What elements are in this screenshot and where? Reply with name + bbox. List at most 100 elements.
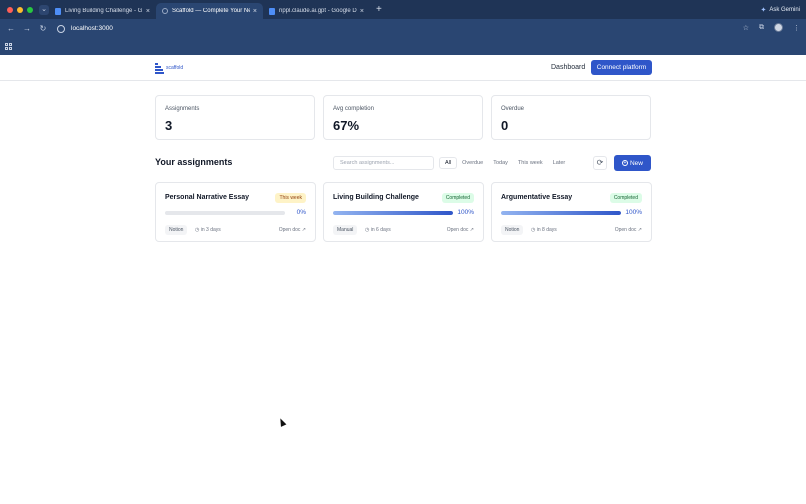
clock-icon: ◷ — [531, 227, 536, 233]
browser-tab-bar: ⌄ Living Building Challenge - G × Scaffo… — [0, 0, 806, 19]
profile-avatar[interactable] — [774, 23, 783, 32]
stat-label: Avg completion — [333, 106, 374, 112]
close-window-button[interactable] — [7, 6, 13, 13]
stat-card-assignments: Assignments 3 — [155, 95, 315, 140]
stat-label: Assignments — [165, 106, 200, 112]
logo-text: scaffold — [166, 65, 184, 71]
browser-tab-rippl[interactable]: rippl.claude.ai.gpt - Google D × — [263, 3, 370, 19]
filter-today[interactable]: Today — [488, 157, 513, 169]
tab-title: Scaffold — Complete Your Ne — [172, 8, 250, 14]
due-text: in 8 days — [536, 227, 557, 233]
tab-title: rippl.claude.ai.gpt - Google D — [279, 8, 357, 14]
assignment-card[interactable]: Living Building Challenge Completed 100%… — [323, 182, 484, 242]
external-link-icon: ↗ — [637, 227, 642, 233]
open-doc-link[interactable]: Open doc ↗ — [279, 227, 306, 233]
open-doc-link[interactable]: Open doc ↗ — [447, 227, 474, 233]
browser-tab-living-building[interactable]: Living Building Challenge - G × — [49, 3, 156, 19]
plus-circle-icon: + — [621, 160, 628, 166]
stat-card-overdue: Overdue 0 — [491, 95, 651, 140]
app-header: scaffold Dashboard Connect platform — [0, 55, 806, 81]
section-title: Your assignments — [155, 157, 233, 167]
assignment-title: Personal Narrative Essay — [165, 194, 250, 201]
progress-bar — [165, 211, 285, 215]
progress-fill — [333, 211, 453, 215]
progress-bar — [333, 211, 453, 215]
progress-percent: 0% — [296, 209, 306, 216]
due-text: in 3 days — [200, 227, 221, 233]
assignment-title: Living Building Challenge — [333, 194, 419, 201]
status-badge: This week — [275, 193, 306, 203]
assignment-title: Argumentative Essay — [501, 194, 573, 201]
close-tab-icon[interactable]: × — [253, 8, 257, 15]
filter-this-week[interactable]: This week — [513, 157, 548, 169]
back-arrow-icon[interactable]: ← — [3, 24, 19, 33]
source-tag: Manual — [333, 225, 358, 235]
progress-bar — [501, 211, 621, 215]
docs-icon — [269, 7, 275, 15]
close-tab-icon[interactable]: × — [146, 8, 150, 15]
nav-dashboard-link[interactable]: Dashboard — [551, 64, 585, 71]
open-doc-label: Open doc — [446, 227, 469, 233]
external-link-icon: ↗ — [301, 227, 306, 233]
progress-fill — [501, 211, 621, 215]
bookmark-star-icon[interactable]: ☆ — [743, 24, 749, 32]
address-bar: ← → ↻ localhost:3000 ☆ ⧉ ⋮ — [0, 19, 806, 38]
new-assignment-button[interactable]: + New — [614, 155, 651, 171]
browser-tab-scaffold[interactable]: Scaffold — Complete Your Ne × — [156, 3, 263, 19]
assignment-card[interactable]: Personal Narrative Essay This week 0% No… — [155, 182, 316, 242]
reload-icon[interactable]: ↻ — [35, 24, 51, 33]
apps-grid-icon[interactable] — [5, 43, 12, 50]
docs-icon — [55, 7, 61, 15]
new-label: New — [629, 159, 643, 167]
progress-percent: 100% — [625, 209, 642, 216]
progress-percent: 100% — [457, 209, 474, 216]
globe-icon — [162, 8, 168, 14]
ask-gemini-button[interactable]: ✦ Ask Gemini — [760, 3, 800, 16]
refresh-icon: ⟳ — [596, 158, 604, 167]
gemini-spark-icon: ✦ — [760, 6, 767, 14]
mouse-cursor — [277, 417, 287, 427]
url-field[interactable]: localhost:3000 — [71, 25, 113, 32]
logo-mark-icon — [155, 62, 164, 74]
due-date: ◷ in 8 days — [531, 227, 557, 233]
extensions-icon[interactable]: ⧉ — [759, 24, 764, 32]
bookmark-bar — [0, 38, 806, 55]
forward-arrow-icon[interactable]: → — [19, 24, 35, 33]
tab-search-icon[interactable]: ⌄ — [39, 4, 49, 15]
connect-platform-button[interactable]: Connect platform — [591, 60, 652, 75]
due-date: ◷ in 6 days — [365, 227, 391, 233]
refresh-button[interactable]: ⟳ — [593, 156, 607, 170]
stat-label: Overdue — [501, 106, 525, 112]
tab-title: Living Building Challenge - G — [65, 8, 143, 14]
maximize-window-button[interactable] — [27, 6, 33, 13]
stat-card-avg-completion: Avg completion 67% — [323, 95, 483, 140]
clock-icon: ◷ — [365, 227, 370, 233]
new-tab-button[interactable]: + — [376, 4, 382, 15]
filter-all[interactable]: All — [439, 157, 458, 169]
stat-value: 3 — [165, 118, 173, 133]
due-text: in 6 days — [370, 227, 391, 233]
open-doc-link[interactable]: Open doc ↗ — [615, 227, 642, 233]
minimize-window-button[interactable] — [17, 6, 23, 13]
filter-later[interactable]: Later — [548, 157, 571, 169]
filter-overdue[interactable]: Overdue — [457, 157, 488, 169]
stat-value: 0 — [501, 118, 509, 133]
ask-gemini-label: Ask Gemini — [769, 6, 800, 13]
source-tag: Notion — [165, 225, 188, 235]
window-controls — [7, 6, 33, 13]
close-tab-icon[interactable]: × — [360, 8, 364, 15]
open-doc-label: Open doc — [278, 227, 301, 233]
menu-kebab-icon[interactable]: ⋮ — [793, 24, 800, 32]
stat-value: 67% — [333, 118, 360, 133]
scaffold-logo[interactable]: scaffold — [155, 62, 183, 74]
due-date: ◷ in 3 days — [195, 227, 221, 233]
search-input[interactable]: Search assignments... — [333, 156, 434, 170]
external-link-icon: ↗ — [469, 227, 474, 233]
filter-tabs: All Overdue Today This week Later — [439, 156, 570, 170]
source-tag: Notion — [501, 225, 524, 235]
status-badge: Completed — [441, 193, 474, 203]
clock-icon: ◷ — [195, 227, 200, 233]
status-badge: Completed — [609, 193, 642, 203]
assignment-card[interactable]: Argumentative Essay Completed 100% Notio… — [491, 182, 652, 242]
site-info-icon[interactable] — [57, 24, 65, 33]
